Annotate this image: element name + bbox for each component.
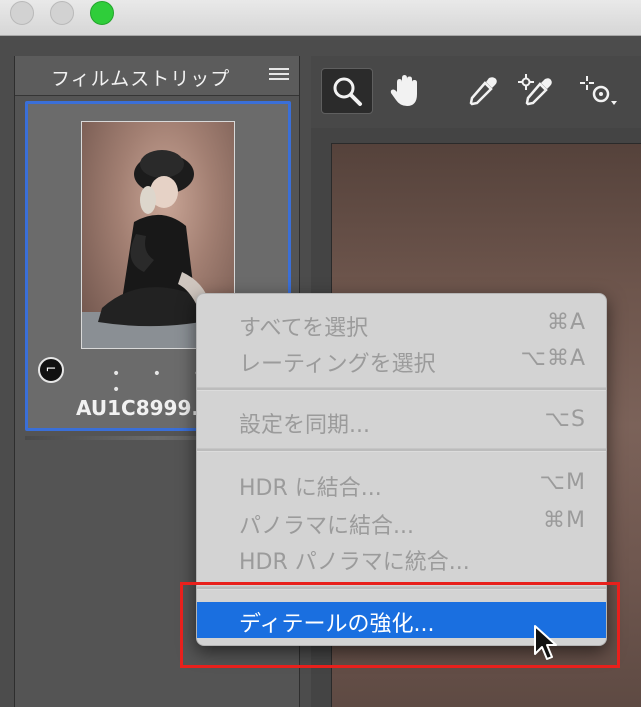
menu-item-merge-hdr[interactable]: HDR に結合... ⌥M: [197, 464, 606, 501]
menu-item-label: パノラマに結合...: [239, 514, 414, 539]
menu-item-shortcut: ⌥S: [544, 407, 586, 432]
menu-item-label: すべてを選択: [239, 316, 369, 341]
thumbnail-filename: AU1C8999.: [76, 396, 199, 420]
menu-separator: [197, 387, 606, 391]
window-close-button[interactable]: [10, 1, 34, 25]
menu-item-shortcut: ⌘M: [543, 508, 586, 533]
magnifier-icon: [333, 77, 362, 106]
filmstrip-title: フィルムストリップ: [51, 68, 231, 90]
hand-tool[interactable]: [379, 68, 431, 114]
window-title-bar: [0, 0, 641, 36]
mouse-pointer-icon: [534, 625, 557, 660]
menu-item-label: 設定を同期...: [239, 413, 370, 438]
menu-item-merge-panorama[interactable]: パノラマに結合... ⌘M: [197, 502, 606, 539]
tool-bar: [311, 56, 641, 128]
menu-item-shortcut: ⌘A: [546, 310, 586, 335]
filmstrip-header: フィルムストリップ: [15, 56, 299, 96]
white-balance-tool[interactable]: [457, 68, 509, 114]
crop-icon: ⌐: [38, 357, 64, 383]
color-sampler-icon: [518, 74, 552, 106]
menu-item-shortcut: ⌥M: [539, 470, 586, 495]
window-minimize-button[interactable]: [50, 1, 74, 25]
zoom-tool[interactable]: [321, 68, 373, 114]
menu-item-merge-hdr-panorama[interactable]: HDR パノラマに統合...: [197, 538, 606, 575]
menu-item-sync-settings[interactable]: 設定を同期... ⌥S: [197, 401, 606, 438]
hand-icon: [390, 75, 417, 106]
menu-item-label: HDR に結合...: [239, 476, 382, 501]
targeted-adjustment-tool[interactable]: [573, 68, 625, 114]
menu-item-label: レーティングを選択: [239, 352, 436, 377]
menu-separator: [197, 448, 606, 452]
menu-item-select-all[interactable]: すべてを選択 ⌘A: [197, 304, 606, 341]
targeted-adjustment-icon: [580, 76, 617, 105]
window-zoom-button[interactable]: [90, 1, 114, 25]
menu-item-label: HDR パノラマに統合...: [239, 550, 470, 575]
menu-item-shortcut: ⌥⌘A: [520, 346, 586, 371]
color-sampler-tool[interactable]: [509, 68, 561, 114]
hamburger-icon[interactable]: [269, 68, 289, 82]
menu-item-select-rating[interactable]: レーティングを選択 ⌥⌘A: [197, 340, 606, 377]
eyedropper-icon: [469, 77, 497, 106]
